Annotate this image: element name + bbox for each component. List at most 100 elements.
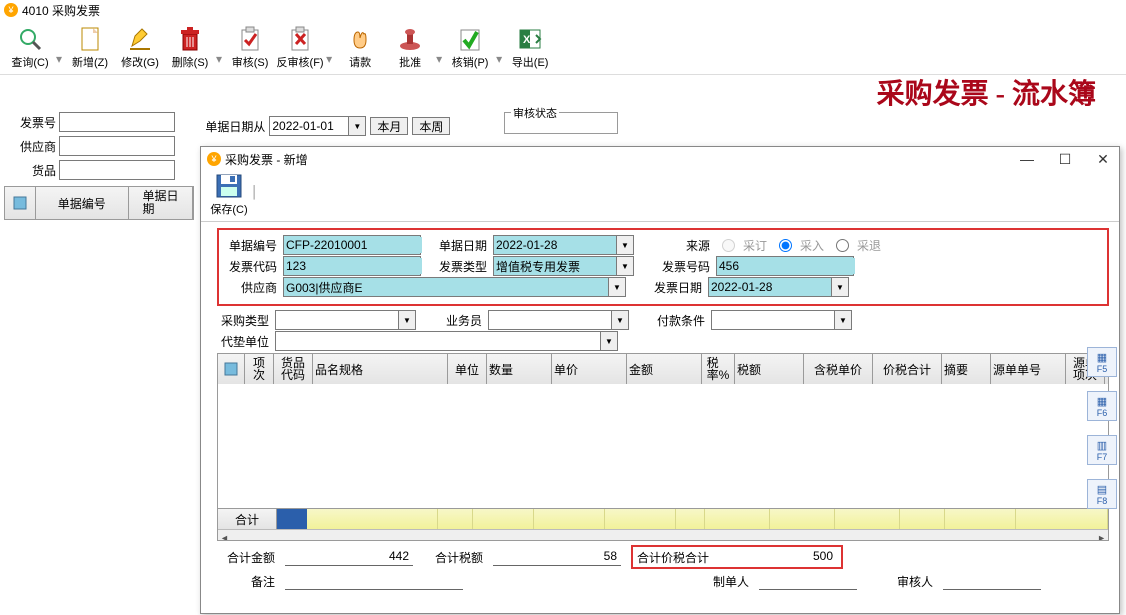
pay-button[interactable]: 请款	[336, 26, 384, 72]
detail-header: 项 次 货品 代码 品名规格 单位 数量 单价 金额 税 率% 税额 含税单价 …	[218, 354, 1108, 384]
export-button[interactable]: X 导出(E)	[506, 26, 554, 72]
supplier-input[interactable]	[59, 136, 175, 156]
f5-button[interactable]: ▦F5	[1087, 347, 1117, 377]
detail-body[interactable]	[218, 384, 1108, 508]
chevron-down-icon[interactable]: ▼	[348, 117, 365, 135]
batch-button[interactable]: 批准	[386, 26, 434, 72]
col-goods[interactable]: 货品 代码	[274, 354, 313, 384]
maker-value	[759, 573, 857, 590]
inv-date-field[interactable]: ▼	[708, 277, 849, 297]
main-grid-header: 单据编号 单据日 期	[4, 186, 194, 220]
chevron-down-icon[interactable]: ▼	[600, 332, 617, 350]
col-amount[interactable]: 金额	[627, 354, 702, 384]
chevron-down-icon[interactable]: ▼	[616, 257, 633, 275]
grid-picker-icon[interactable]	[5, 187, 36, 219]
detail-grid[interactable]: 项 次 货品 代码 品名规格 单位 数量 单价 金额 税 率% 税额 含税单价 …	[217, 353, 1109, 541]
chevron-down-icon[interactable]: ▼	[834, 311, 851, 329]
goods-input[interactable]	[59, 160, 175, 180]
check-icon	[457, 26, 483, 52]
supplier-field[interactable]: ▼	[283, 277, 626, 297]
date-from-label: 单据日期从	[205, 118, 265, 135]
memo-value[interactable]	[285, 573, 463, 590]
grid-picker-icon[interactable]	[218, 354, 245, 384]
chevron-down-icon[interactable]: ▼	[398, 311, 415, 329]
col-doc-no[interactable]: 单据编号	[36, 187, 129, 219]
col-srcno[interactable]: 源单单号	[991, 354, 1066, 384]
src-in-radio[interactable]	[779, 239, 792, 252]
this-week-button[interactable]: 本周	[412, 117, 450, 135]
trash-icon	[177, 26, 203, 52]
chevron-down-icon[interactable]: ▼	[608, 278, 625, 296]
minimize-button[interactable]: —	[1017, 151, 1037, 168]
page-title: 采购发票 - 流水簿	[877, 72, 1096, 112]
col-doc-date[interactable]: 单据日 期	[129, 187, 193, 219]
new-button[interactable]: 新增(Z)	[66, 26, 114, 72]
advunit-label: 代垫单位	[217, 333, 269, 350]
doc-no-label: 单据编号	[225, 237, 277, 254]
amount-value: 442	[285, 549, 413, 566]
goods-label: 货品	[14, 162, 56, 179]
inv-type-field[interactable]: ▼	[493, 256, 634, 276]
date-from-combo[interactable]: ▼	[269, 116, 366, 136]
query-button[interactable]: 查询(C)	[6, 26, 54, 72]
chevron-down-icon[interactable]: ▼	[831, 278, 848, 296]
hand-icon	[347, 26, 373, 52]
ptype-field[interactable]: ▼	[275, 310, 416, 330]
maximize-button[interactable]: ☐	[1055, 151, 1075, 168]
inv-no-field[interactable]	[716, 256, 854, 276]
hscrollbar[interactable]: ◄►	[218, 529, 1108, 541]
edit-icon	[127, 26, 153, 52]
col-amttax[interactable]: 价税合计	[873, 354, 942, 384]
this-month-button[interactable]: 本月	[370, 117, 408, 135]
col-qty[interactable]: 数量	[487, 354, 552, 384]
col-pricetax[interactable]: 含税单价	[804, 354, 873, 384]
col-unit[interactable]: 单位	[448, 354, 487, 384]
col-price[interactable]: 单价	[552, 354, 627, 384]
close-button[interactable]: ✕	[1093, 151, 1113, 168]
col-rate[interactable]: 税 率%	[702, 354, 735, 384]
col-tax[interactable]: 税额	[735, 354, 804, 384]
payterm-field[interactable]: ▼	[711, 310, 852, 330]
src-order-radio	[722, 239, 735, 252]
ptype-label: 采购类型	[217, 312, 269, 329]
bottom-totals: 合计金额 442 合计税额 58 合计价税合计 500	[217, 545, 1109, 569]
doc-no-field[interactable]	[283, 235, 421, 255]
save-button[interactable]: 保存(C)	[207, 173, 251, 219]
doc-date-field[interactable]: ▼	[493, 235, 634, 255]
col-spec[interactable]: 品名规格	[313, 354, 448, 384]
app-icon: ¥	[207, 152, 221, 166]
f6-button[interactable]: ▦F6	[1087, 391, 1117, 421]
detail-total-row: 合计	[218, 508, 1108, 529]
col-seq[interactable]: 项 次	[245, 354, 274, 384]
total-label: 合计	[218, 509, 277, 529]
f7-button[interactable]: ▥F7	[1087, 435, 1117, 465]
main-titlebar: ¥ 4010 采购发票	[0, 0, 1126, 20]
inv-date-label: 发票日期	[632, 279, 702, 296]
total-highlight: 合计价税合计 500	[631, 545, 843, 569]
total-selected-cell	[277, 509, 307, 529]
approve-icon	[237, 26, 263, 52]
writeoff-button[interactable]: 核销(P)	[446, 26, 494, 72]
edit-button[interactable]: 修改(G)	[116, 26, 164, 72]
tax-value: 58	[493, 549, 621, 566]
sales-field[interactable]: ▼	[488, 310, 629, 330]
chevron-down-icon[interactable]: ▼	[616, 236, 633, 254]
advunit-field[interactable]: ▼	[275, 331, 618, 351]
svg-text:X: X	[523, 34, 531, 46]
inv-no-label: 发票号码	[640, 258, 710, 275]
status-group: 审核状态	[504, 112, 618, 134]
src-return-radio[interactable]	[836, 239, 849, 252]
inv-code-field[interactable]	[283, 256, 421, 276]
inv-type-label: 发票类型	[427, 258, 487, 275]
supplier-form-label: 供应商	[225, 279, 277, 296]
col-memo[interactable]: 摘要	[942, 354, 991, 384]
delete-button[interactable]: 删除(S)	[166, 26, 214, 72]
chevron-down-icon[interactable]: ▼	[611, 311, 628, 329]
f8-button[interactable]: ▤F8	[1087, 479, 1117, 509]
new-icon	[77, 26, 103, 52]
unapprove-icon	[287, 26, 313, 52]
approve-button[interactable]: 审核(S)	[226, 26, 274, 72]
payterm-label: 付款条件	[635, 312, 705, 329]
invoice-no-input[interactable]	[59, 112, 175, 132]
unapprove-button[interactable]: 反审核(F)	[276, 26, 324, 72]
